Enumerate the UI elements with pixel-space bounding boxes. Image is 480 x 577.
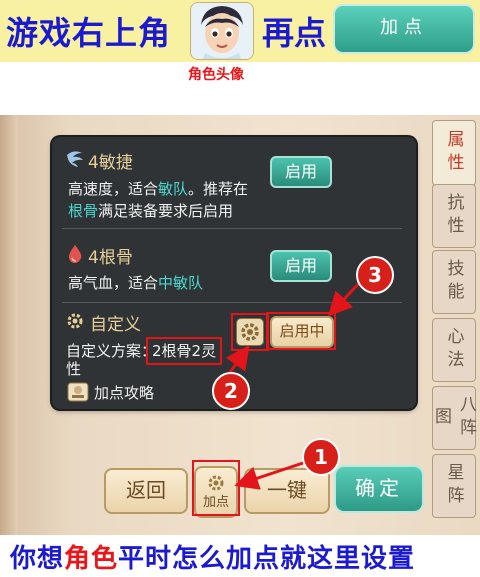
callout-2: 2 [212, 372, 250, 410]
arrow-1 [234, 460, 307, 490]
callout-3: 3 [356, 256, 394, 294]
arrow-3 [327, 278, 364, 317]
callout-1: 1 [302, 438, 340, 476]
bottom-instruction: 你想角色平时怎么加点就这里设置 [10, 544, 416, 574]
annotation-arrows [224, 278, 364, 490]
